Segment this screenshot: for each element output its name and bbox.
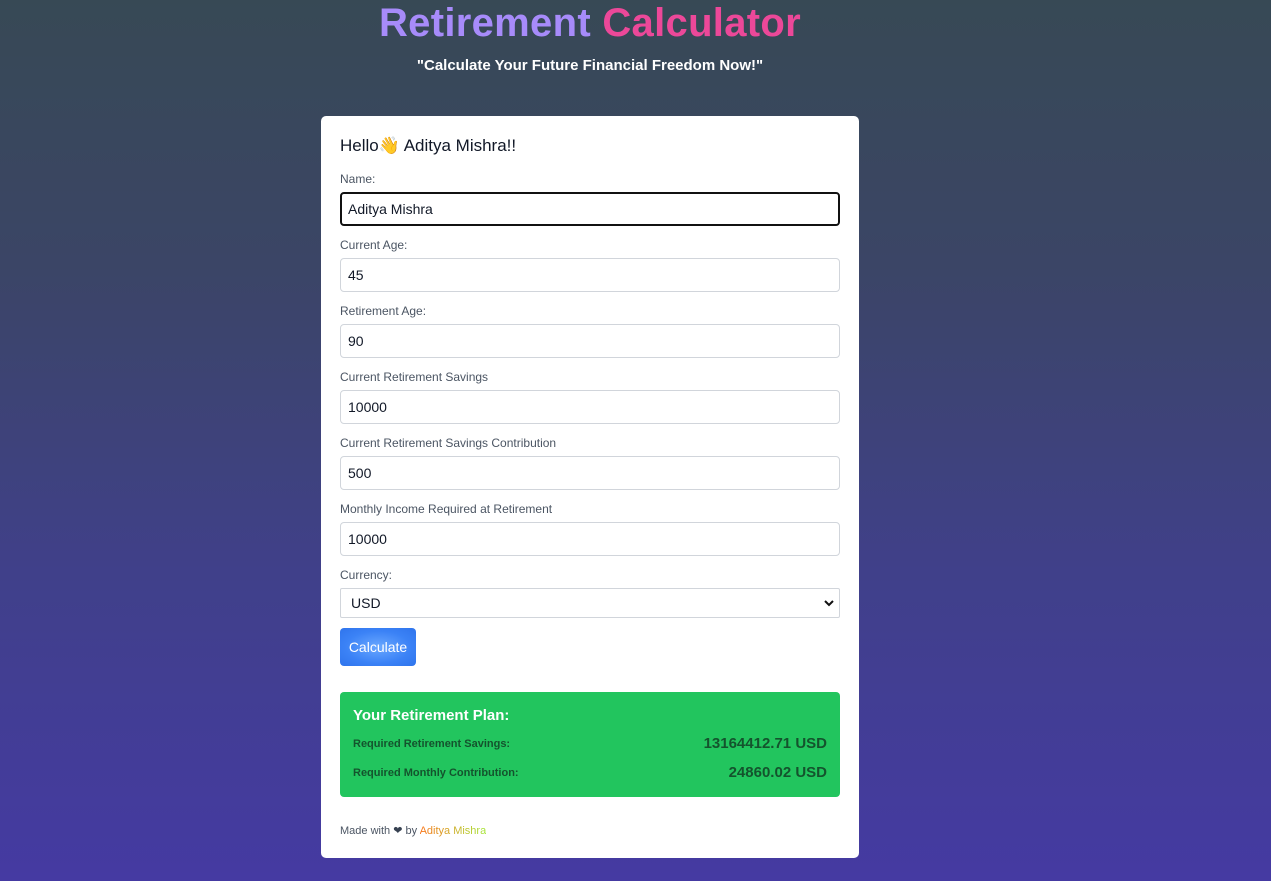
author-link[interactable]: Aditya Mishra: [420, 825, 487, 837]
retirement-plan-panel: Your Retirement Plan: Required Retiremen…: [340, 692, 840, 797]
currency-label: Currency:: [340, 568, 393, 582]
calculate-button[interactable]: Calculate: [340, 628, 416, 666]
monthly-income-label: Monthly Income Required at Retirement: [340, 502, 553, 516]
app-subtitle: "Calculate Your Future Financial Freedom…: [416, 57, 764, 74]
name-label: Name:: [340, 172, 376, 186]
current-savings-label: Current Retirement Savings: [340, 370, 489, 384]
required-savings-row: Required Retirement Savings: 13164412.71…: [353, 735, 827, 755]
current-savings-field-group: Current Retirement Savings: [340, 370, 840, 424]
app-title-part1: Retirement: [379, 1, 591, 45]
savings-contribution-label: Current Retirement Savings Contribution: [340, 436, 557, 450]
savings-contribution-field-group: Current Retirement Savings Contribution: [340, 436, 840, 490]
footer-by: by: [405, 825, 418, 837]
current-age-field-group: Current Age:: [340, 238, 840, 292]
app-title: Retirement Calculator: [0, 0, 1180, 46]
monthly-income-input[interactable]: [340, 522, 840, 556]
monthly-contribution-row: Required Monthly Contribution: 24860.02 …: [353, 764, 827, 784]
app-title-part2: Calculator: [602, 1, 801, 45]
current-age-input[interactable]: [340, 258, 840, 292]
monthly-contribution-label: Required Monthly Contribution:: [353, 767, 519, 779]
heart-icon: ❤: [393, 825, 403, 837]
calculator-card: Hello👋 Aditya Mishra!! Name: Current Age…: [321, 116, 859, 858]
currency-selected-value: USD: [351, 595, 381, 611]
footer: Made with ❤ by Aditya Mishra: [340, 824, 486, 837]
plan-title: Your Retirement Plan:: [353, 707, 510, 724]
current-savings-input[interactable]: [340, 390, 840, 424]
currency-field-group: Currency: USD: [340, 568, 840, 618]
current-age-label: Current Age:: [340, 238, 408, 252]
footer-prefix: Made with: [340, 825, 391, 837]
chevron-down-icon: [824, 600, 834, 607]
retirement-age-field-group: Retirement Age:: [340, 304, 840, 358]
required-savings-value: 13164412.71 USD: [703, 735, 827, 752]
monthly-income-field-group: Monthly Income Required at Retirement: [340, 502, 840, 556]
name-input[interactable]: [340, 192, 840, 226]
retirement-age-input[interactable]: [340, 324, 840, 358]
name-field-group: Name:: [340, 172, 840, 226]
greeting: Hello👋 Aditya Mishra!!: [340, 136, 517, 155]
required-savings-label: Required Retirement Savings:: [353, 738, 511, 750]
monthly-contribution-value: 24860.02 USD: [728, 764, 827, 781]
currency-select[interactable]: USD: [340, 588, 840, 618]
savings-contribution-input[interactable]: [340, 456, 840, 490]
retirement-age-label: Retirement Age:: [340, 304, 427, 318]
